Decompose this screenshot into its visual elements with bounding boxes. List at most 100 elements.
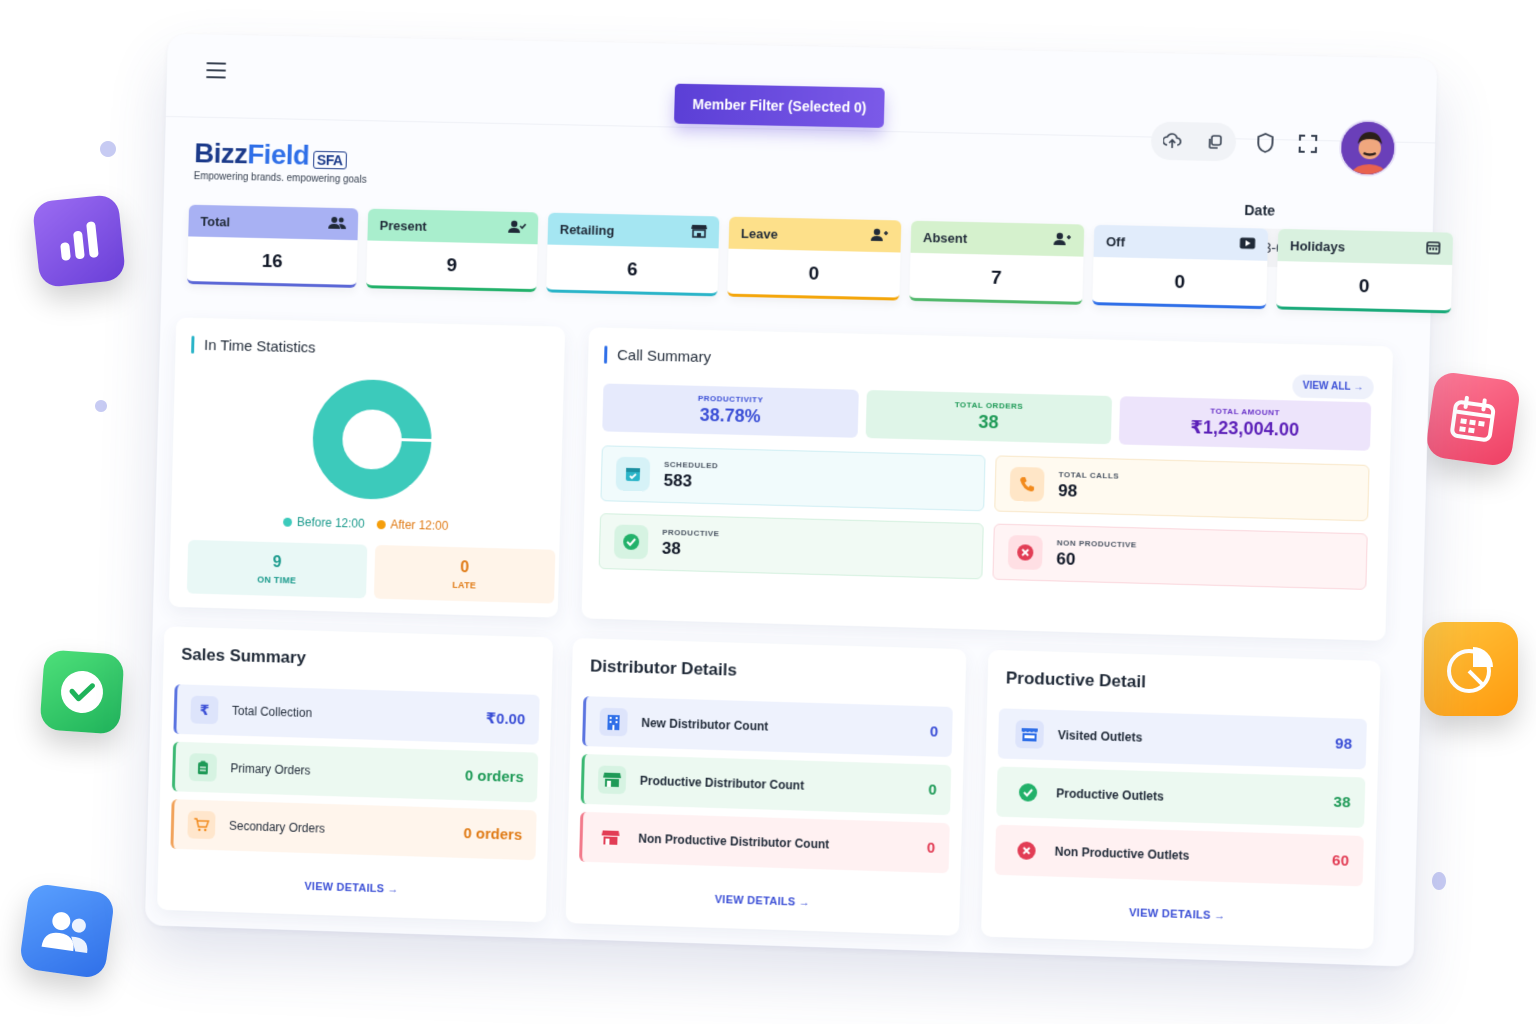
kpi-value: 38.78%: [699, 404, 761, 427]
scheduled-box[interactable]: SCHEDULED 583: [600, 445, 986, 512]
view-all-link[interactable]: VIEW ALL →: [1292, 374, 1374, 400]
logo-tagline: Empowering brands. empowering goals: [193, 171, 367, 186]
row-value: 0 orders: [463, 824, 523, 844]
decor-dot: [95, 400, 107, 412]
stat-card-retailing[interactable]: Retailing 6: [546, 212, 720, 297]
close-circle-icon: [1007, 534, 1043, 571]
box-label: SCHEDULED: [663, 459, 719, 470]
in-time-donut-chart: [309, 376, 435, 502]
non-productive-box[interactable]: NON PRODUCTIVE 60: [992, 523, 1368, 590]
primary-orders-row[interactable]: Primary Orders 0 orders: [171, 741, 539, 803]
sales-view-details-link[interactable]: VIEW DETAILS →: [158, 876, 547, 900]
store-icon: [597, 765, 627, 795]
box-value: 38: [661, 538, 681, 558]
users-icon: [328, 215, 347, 232]
marketing-stage: Member Filter (Selected 0) Bizz Field SF…: [0, 0, 1536, 1024]
distributor-view-details-link[interactable]: VIEW DETAILS →: [566, 889, 960, 914]
row-label: Primary Orders: [230, 761, 311, 778]
stat-value: 9: [446, 255, 458, 277]
calendar-app-icon: [1424, 370, 1522, 468]
stat-card-holidays[interactable]: Holidays 0: [1276, 228, 1454, 314]
row-label: Non Productive Outlets: [1054, 844, 1190, 863]
legend-item-before[interactable]: Before 12:00: [283, 515, 365, 531]
row-value: ₹0.00: [485, 710, 526, 729]
on-time-label: ON TIME: [257, 573, 297, 585]
logo-badge: SFA: [312, 150, 347, 170]
box-label: PRODUCTIVE: [662, 527, 720, 538]
legend-label: Before 12:00: [296, 515, 365, 531]
stat-label: Retailing: [559, 221, 615, 238]
brand-logo: Bizz Field SFA Empowering brands. empoweri…: [194, 137, 368, 185]
section-title: Call Summary: [604, 345, 712, 367]
kpi-value: 38: [978, 411, 999, 433]
call-summary-title: Call Summary: [616, 346, 712, 366]
sales-summary-title: Sales Summary: [181, 644, 307, 668]
total-calls-box[interactable]: TOTAL CALLS 98: [994, 455, 1370, 522]
non-productive-distributor-row[interactable]: Non Productive Distributor Count 0: [579, 811, 950, 874]
check-app-icon: [39, 649, 125, 735]
user-check-icon: [508, 219, 526, 236]
visited-outlets-row[interactable]: Visited Outlets 98: [997, 708, 1367, 770]
secondary-orders-row[interactable]: Secondary Orders 0 orders: [170, 799, 537, 861]
top-bar: Member Filter (Selected 0): [165, 33, 1438, 144]
stat-card-total[interactable]: Total 16: [187, 204, 359, 288]
user-avatar[interactable]: [1338, 119, 1397, 177]
stat-label: Absent: [922, 229, 968, 246]
late-box: 0 LATE: [373, 544, 556, 604]
dashboard-panel: Member Filter (Selected 0) Bizz Field SF…: [144, 33, 1454, 967]
stat-value: 0: [808, 263, 820, 285]
on-time-box: 9 ON TIME: [186, 539, 368, 599]
total-collection-row[interactable]: ₹ Total Collection ₹0.00: [173, 684, 540, 745]
stat-label: Total: [200, 213, 231, 229]
productive-outlets-row[interactable]: Productive Outlets 38: [996, 766, 1366, 828]
logo-name-b: Field: [247, 138, 310, 171]
row-value: 0 orders: [464, 766, 524, 786]
rupee-icon: ₹: [190, 695, 219, 725]
user-leave-icon: [870, 227, 889, 244]
row-label: Productive Distributor Count: [639, 773, 805, 793]
productive-distributor-row[interactable]: Productive Distributor Count 0: [580, 753, 952, 816]
stat-value: 6: [626, 259, 638, 281]
productive-view-details-link[interactable]: VIEW DETAILS →: [982, 902, 1374, 927]
stat-value: 0: [1358, 276, 1370, 298]
date-label: Date: [1244, 201, 1276, 219]
stat-card-leave[interactable]: Leave 0: [727, 216, 902, 301]
logo-name-a: Bizz: [193, 137, 248, 170]
donut-legend: Before 12:00 After 12:00: [283, 515, 449, 533]
member-filter-button[interactable]: Member Filter (Selected 0): [673, 83, 886, 128]
distributor-details-card: Distributor Details New Distributor Coun…: [565, 638, 967, 936]
productive-detail-card: Productive Detail Visited Outlets 98 Pro…: [981, 649, 1381, 950]
cloud-upload-icon[interactable]: [1161, 130, 1184, 153]
copy-icon[interactable]: [1203, 131, 1226, 154]
call-summary-card: Call Summary VIEW ALL → PRODUCTIVITY 38.…: [581, 327, 1394, 641]
users-app-icon: [18, 882, 116, 980]
check-circle-icon: [613, 524, 649, 560]
fullscreen-icon[interactable]: [1294, 130, 1321, 157]
store-icon: [596, 823, 625, 852]
total-amount-kpi: TOTAL AMOUNT ₹1,23,004.00: [1118, 396, 1372, 451]
productive-box[interactable]: PRODUCTIVE 38: [598, 513, 984, 580]
stat-card-off[interactable]: Off 0: [1092, 224, 1269, 310]
legend-item-after[interactable]: After 12:00: [376, 517, 449, 533]
stat-card-absent[interactable]: Absent 7: [909, 220, 1085, 305]
off-icon: [1239, 237, 1256, 252]
shield-icon[interactable]: [1252, 130, 1279, 157]
row-label: Productive Outlets: [1056, 786, 1165, 804]
clipboard-icon: [188, 753, 218, 782]
cart-icon: [187, 810, 216, 840]
hamburger-menu-icon[interactable]: [206, 62, 227, 79]
total-orders-kpi: TOTAL ORDERS 38: [865, 389, 1113, 445]
box-value: 98: [1057, 480, 1078, 501]
phone-icon: [1009, 466, 1045, 502]
late-label: LATE: [452, 579, 477, 590]
new-distributor-row[interactable]: New Distributor Count 0: [582, 696, 953, 758]
stat-label: Present: [379, 217, 427, 234]
stat-card-present[interactable]: Present 9: [366, 208, 539, 293]
decor-dot: [100, 141, 116, 157]
row-label: Secondary Orders: [228, 818, 326, 836]
stat-label: Off: [1105, 233, 1126, 250]
box-value: 60: [1056, 548, 1076, 569]
non-productive-outlets-row[interactable]: Non Productive Outlets 60: [994, 824, 1364, 887]
late-value: 0: [460, 558, 470, 576]
section-title: In Time Statistics: [191, 335, 316, 357]
